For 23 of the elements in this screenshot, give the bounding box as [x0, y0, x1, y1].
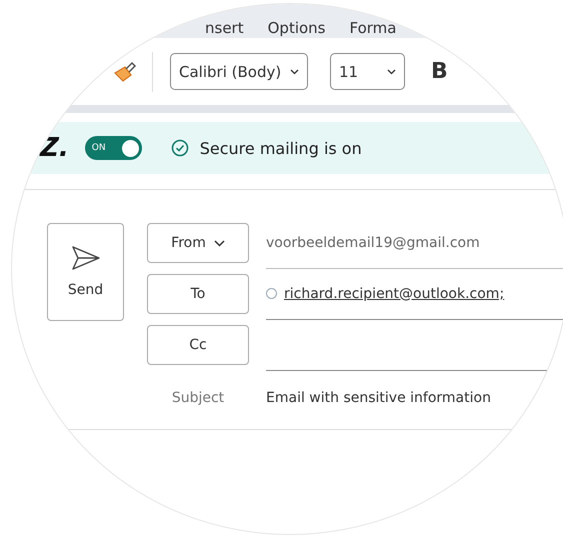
- ribbon-tab[interactable]: Forma: [350, 19, 396, 37]
- paintbrush-icon[interactable]: [113, 60, 137, 82]
- chevron-icon: [214, 240, 225, 246]
- toggle-switch[interactable]: ON: [84, 136, 142, 160]
- address-field[interactable]: richard.recipient@outlook.com;: [266, 274, 563, 320]
- address-button[interactable]: To: [147, 274, 249, 314]
- presence-icon: [266, 288, 277, 299]
- check-circle-icon: [170, 139, 189, 157]
- send-button[interactable]: Send: [47, 223, 124, 321]
- chevron-icon: [290, 68, 299, 74]
- address-button[interactable]: From: [147, 223, 249, 263]
- ribbon-tab[interactable]: nsert: [205, 19, 244, 37]
- address-field[interactable]: voorbeeldemail19@gmail.com: [266, 223, 563, 269]
- subject-label: Subject: [170, 390, 226, 406]
- send-icon: [70, 246, 100, 270]
- ribbon-tab[interactable]: Options: [268, 19, 326, 37]
- font-size-dropdown[interactable]: 11: [330, 53, 405, 90]
- bold-button[interactable]: B: [427, 59, 452, 84]
- subject-field[interactable]: Email with sensitive information: [266, 390, 491, 406]
- status-message: Secure mailing is on: [200, 138, 362, 158]
- chevron-icon: [387, 68, 396, 74]
- font-dropdown[interactable]: Calibri (Body): [170, 53, 308, 90]
- address-button[interactable]: Cc: [147, 325, 249, 365]
